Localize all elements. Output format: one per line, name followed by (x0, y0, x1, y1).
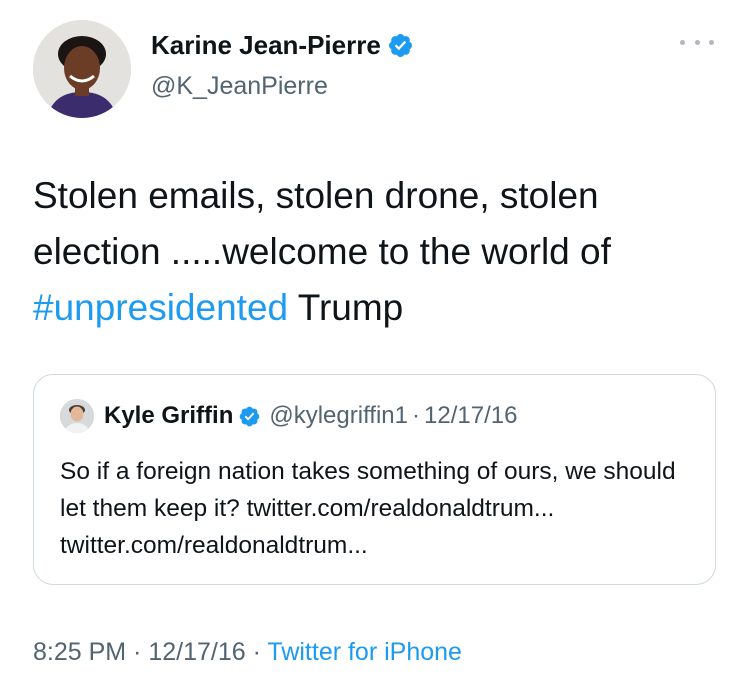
author-name-text: Karine Jean-Pierre (151, 30, 381, 60)
footer-separator: · (245, 638, 268, 666)
quoted-author-name[interactable]: Kyle Griffin (104, 402, 233, 430)
author-handle[interactable]: @K_JeanPierre (151, 72, 328, 101)
quoted-author-avatar-image (60, 399, 94, 433)
quoted-tweet-header: Kyle Griffin @kylegriffin1 · 12/17/16 (60, 399, 517, 433)
author-avatar-image (33, 20, 131, 118)
more-dot (694, 39, 700, 45)
tweet-footer: 8:25 PM · 12/17/16 · Twitter for iPhone (33, 638, 462, 667)
quoted-tweet-text: So if a foreign nation takes something o… (60, 458, 676, 559)
footer-separator: · (126, 638, 149, 666)
quoted-tweet-date[interactable]: 12/17/16 (424, 402, 517, 430)
more-dot (709, 39, 714, 45)
quoted-author-handle[interactable]: @kylegriffin1 (269, 402, 408, 430)
hashtag-link[interactable]: #unpresidented (33, 287, 288, 328)
tweet-source-link[interactable]: Twitter for iPhone (267, 638, 462, 666)
quoted-meta-separator: · (412, 402, 421, 429)
more-dots-icon[interactable] (680, 34, 714, 50)
tweet-text-part2: Trump (288, 287, 404, 328)
author-avatar[interactable] (33, 20, 131, 118)
author-name[interactable]: Karine Jean-Pierre (151, 30, 414, 61)
tweet-time[interactable]: 8:25 PM (33, 638, 126, 666)
tweet-date[interactable]: 12/17/16 (148, 638, 245, 666)
quoted-author-avatar[interactable] (60, 399, 94, 433)
tweet-text: Stolen emails, stolen drone, stolen elec… (33, 168, 723, 336)
quoted-tweet-card[interactable]: Kyle Griffin @kylegriffin1 · 12/17/16 So… (33, 374, 716, 585)
verified-badge-icon (240, 406, 260, 426)
verified-badge-icon (388, 33, 412, 58)
tweet-text-part1: Stolen emails, stolen drone, stolen elec… (33, 175, 611, 272)
more-dot (680, 39, 685, 45)
